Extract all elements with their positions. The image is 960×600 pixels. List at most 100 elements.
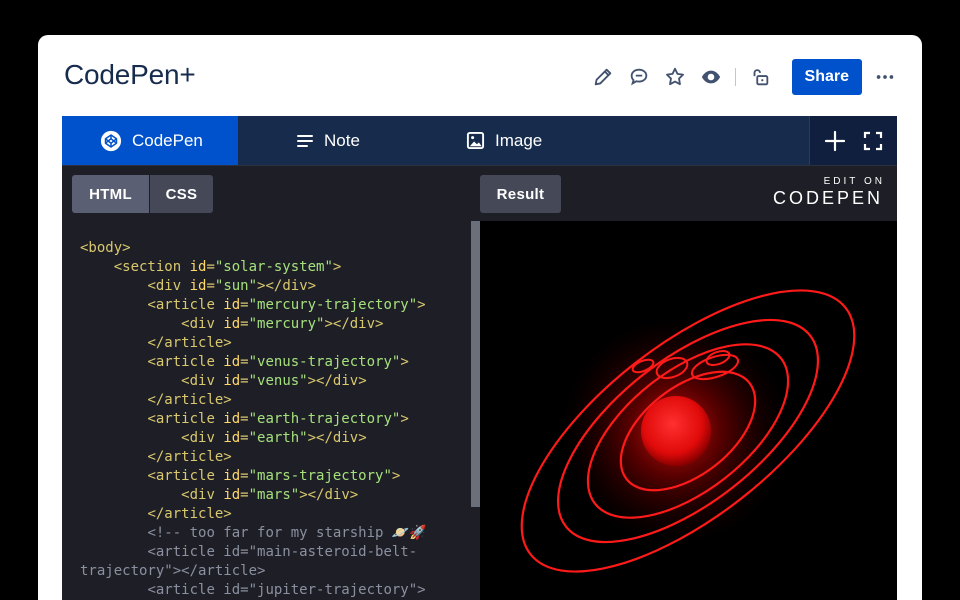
code-token: = bbox=[240, 373, 249, 389]
editor-scrollbar[interactable] bbox=[471, 221, 480, 507]
code-line: <article id="mercury-trajectory"> bbox=[80, 296, 427, 315]
solar-system-render bbox=[520, 289, 856, 573]
edit-on-codepen-link[interactable]: EDIT ON CODEPEN bbox=[773, 176, 883, 209]
code-token: "sun" bbox=[214, 278, 258, 294]
code-token: id bbox=[223, 373, 241, 389]
code-token: ></div> bbox=[307, 430, 367, 446]
code-token: "mercury-trajectory" bbox=[248, 297, 418, 313]
code-token: id bbox=[189, 278, 207, 294]
code-token: = bbox=[240, 487, 249, 503]
tab-label: CodePen bbox=[132, 130, 203, 150]
code-token: id bbox=[223, 354, 241, 370]
css-tab-button[interactable]: CSS bbox=[150, 175, 213, 213]
code-token: id bbox=[223, 297, 241, 313]
code-line: <body> bbox=[80, 239, 427, 258]
confluence-page-card: CodePen+ Share CodePen Note Image HTML C… bbox=[38, 35, 922, 600]
fullscreen-icon[interactable] bbox=[863, 131, 883, 151]
code-token: "earth-trajectory" bbox=[248, 411, 401, 427]
code-token: id bbox=[223, 430, 241, 446]
code-line: </article> bbox=[80, 505, 427, 524]
code-token: > bbox=[400, 354, 409, 370]
code-line: </article> bbox=[80, 334, 427, 353]
code-token: <div bbox=[181, 430, 224, 446]
code-line: <div id="sun"></div> bbox=[80, 277, 427, 296]
code-line: <article id="jupiter-trajectory"> bbox=[80, 581, 427, 600]
code-token: "venus-trajectory" bbox=[248, 354, 401, 370]
code-line: <!-- too far for my starship 🪐🚀 bbox=[80, 524, 427, 543]
code-line: <div id="mercury"></div> bbox=[80, 315, 427, 334]
code-token: trajectory"></article> bbox=[80, 563, 266, 579]
image-icon bbox=[466, 131, 485, 150]
code-token: id bbox=[223, 468, 241, 484]
tab-label: Image bbox=[495, 130, 543, 150]
code-token: "mars-trajectory" bbox=[248, 468, 392, 484]
code-token: </article> bbox=[147, 449, 232, 465]
code-token: <article bbox=[147, 468, 224, 484]
code-token: > bbox=[332, 259, 342, 275]
unlock-icon[interactable] bbox=[742, 59, 778, 95]
code-token: id bbox=[223, 316, 241, 332]
star-icon[interactable] bbox=[657, 59, 693, 95]
divider bbox=[734, 68, 736, 86]
share-button[interactable]: Share bbox=[791, 59, 862, 95]
code-line: </article> bbox=[80, 448, 427, 467]
code-token: "venus" bbox=[248, 373, 308, 389]
code-line: <section id="solar-system"> bbox=[80, 258, 427, 277]
codepen-macro: CodePen Note Image HTML CSS Result EDIT … bbox=[62, 116, 897, 600]
note-lines-icon bbox=[297, 134, 313, 147]
code-token: "mercury" bbox=[248, 316, 325, 332]
code-token: ></div> bbox=[324, 316, 384, 332]
edit-pencil-icon[interactable] bbox=[585, 59, 621, 95]
code-token: <!-- too far for my starship 🪐🚀 bbox=[147, 525, 427, 541]
result-button[interactable]: Result bbox=[480, 175, 561, 213]
code-block: <body> <section id="solar-system"> <div … bbox=[80, 239, 427, 600]
tab-note[interactable]: Note bbox=[296, 116, 360, 165]
code-token: </article> bbox=[147, 506, 232, 522]
code-token: = bbox=[240, 430, 249, 446]
code-token: = bbox=[206, 278, 215, 294]
tab-image[interactable]: Image bbox=[466, 116, 542, 165]
code-token: ></div> bbox=[307, 373, 367, 389]
html-tab-button[interactable]: HTML bbox=[72, 175, 149, 213]
code-token: id bbox=[223, 487, 241, 503]
code-line: <article id="venus-trajectory"> bbox=[80, 353, 427, 372]
code-token: = bbox=[240, 468, 249, 484]
code-token: ></div> bbox=[299, 487, 359, 503]
code-token: <article bbox=[147, 354, 224, 370]
page-title: CodePen+ bbox=[64, 59, 196, 90]
watch-eye-icon[interactable] bbox=[693, 59, 729, 95]
html-code-editor[interactable]: <body> <section id="solar-system"> <div … bbox=[62, 221, 480, 600]
codepen-wordmark: CODEPEN bbox=[773, 188, 883, 209]
code-token: </article> bbox=[147, 392, 232, 408]
code-token: <article bbox=[147, 297, 224, 313]
more-actions-icon[interactable] bbox=[868, 59, 902, 95]
code-token: <div bbox=[181, 316, 224, 332]
code-token: <body> bbox=[80, 240, 131, 256]
code-token: <div bbox=[181, 373, 224, 389]
tab-codepen[interactable]: CodePen bbox=[62, 116, 238, 165]
macro-tabbar: CodePen Note Image bbox=[62, 116, 897, 165]
code-line: <article id="main-asteroid-belt- bbox=[80, 543, 427, 562]
code-token: <article id="main-asteroid-belt- bbox=[147, 544, 418, 560]
comment-icon[interactable] bbox=[621, 59, 657, 95]
result-preview bbox=[480, 221, 897, 600]
plus-icon[interactable] bbox=[824, 130, 846, 152]
code-line: <div id="earth"></div> bbox=[80, 429, 427, 448]
code-line: <div id="mars"></div> bbox=[80, 486, 427, 505]
code-token: <section bbox=[113, 259, 190, 275]
